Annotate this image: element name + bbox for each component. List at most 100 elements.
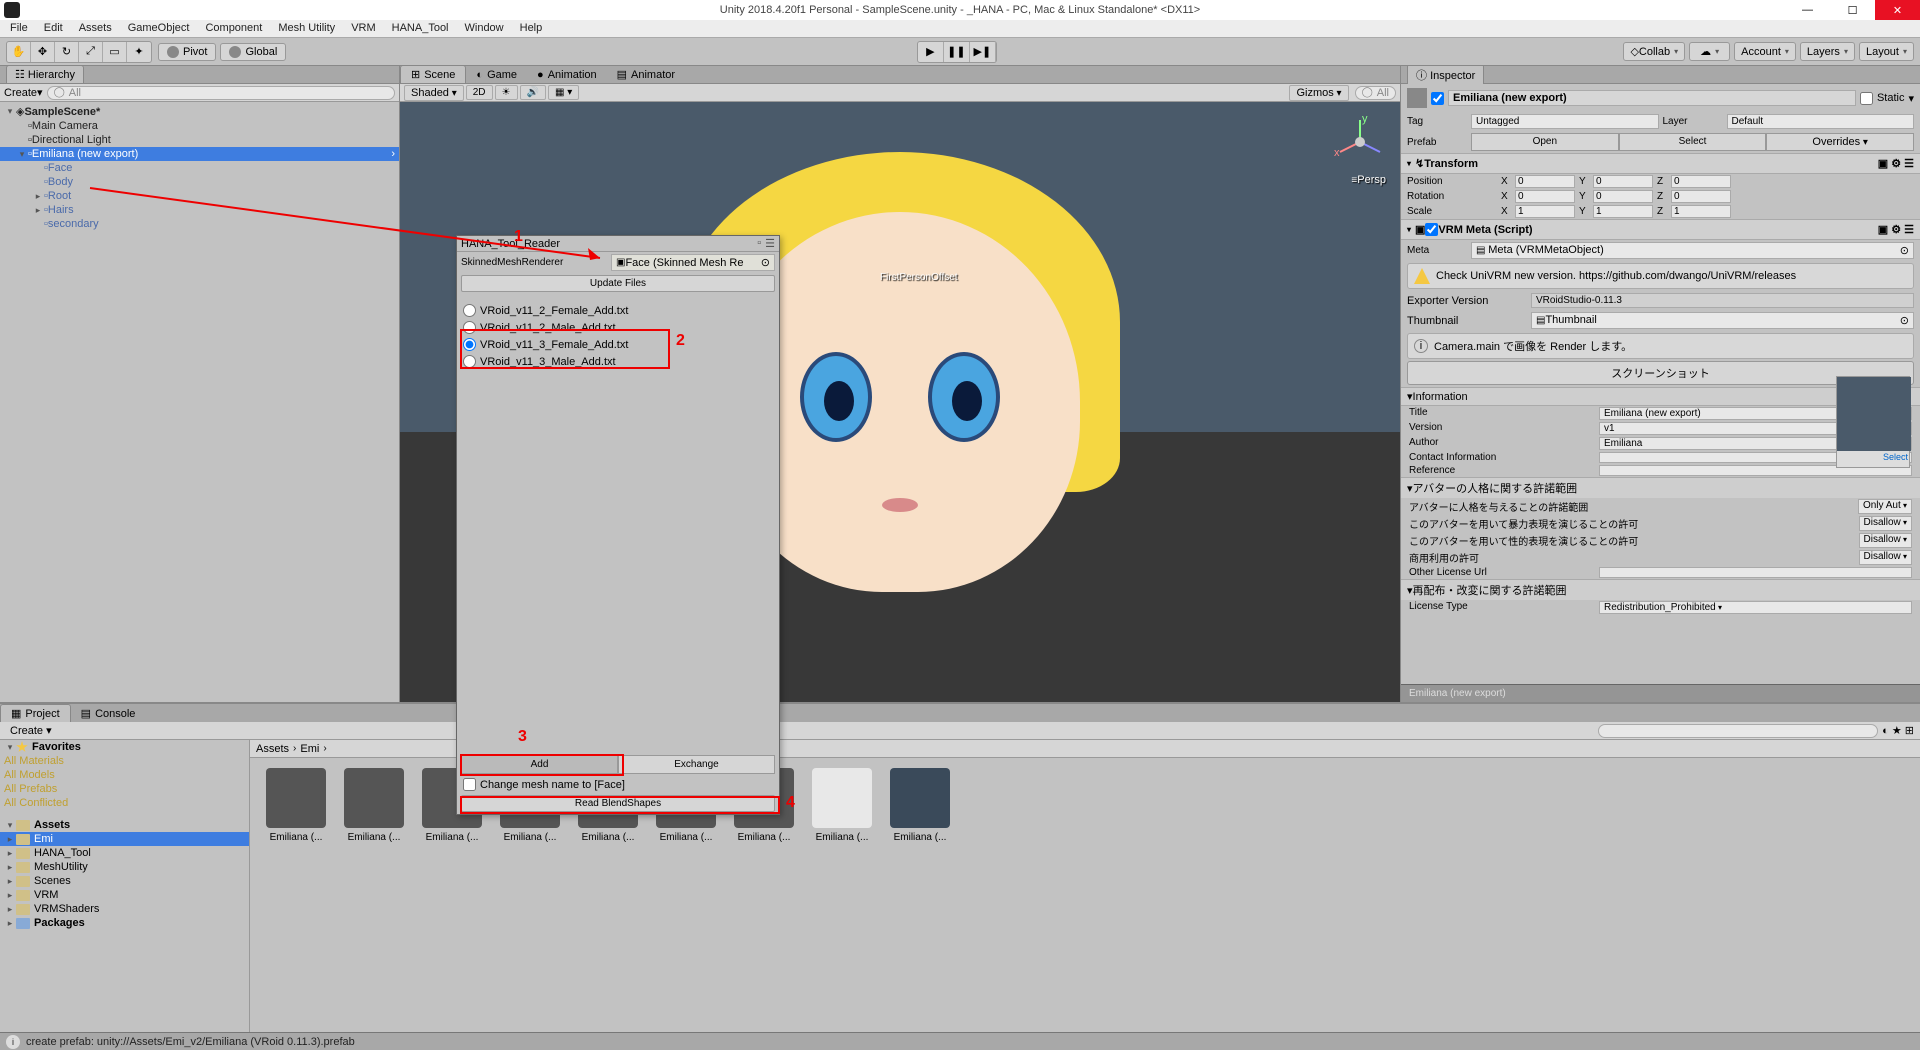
close-button[interactable]: ✕: [1875, 0, 1920, 20]
pos-y[interactable]: 0: [1593, 175, 1653, 188]
radio-v112-male[interactable]: VRoid_v11_2_Male_Add.txt: [457, 319, 779, 336]
pos-z[interactable]: 0: [1671, 175, 1731, 188]
smr-field[interactable]: ▣ Face (Skinned Mesh Re⊙: [611, 254, 775, 271]
cloud-button[interactable]: ☁: [1689, 42, 1730, 61]
game-tab[interactable]: ◐ Game: [466, 67, 527, 83]
asset-item[interactable]: Emiliana (...: [338, 768, 410, 843]
hand-tool-button[interactable]: ✋: [7, 42, 31, 62]
play-button[interactable]: ▶: [918, 42, 944, 62]
prefab-open-button[interactable]: Open: [1471, 133, 1619, 151]
folder-vrm[interactable]: ▸VRM: [0, 888, 249, 902]
folder-hanatool[interactable]: ▸HANA_Tool: [0, 846, 249, 860]
fav-models[interactable]: All Models: [0, 768, 249, 782]
rotate-tool-button[interactable]: ↻: [55, 42, 79, 62]
scene-tab[interactable]: ⊞ Scene: [400, 65, 466, 83]
object-name-field[interactable]: Emiliana (new export): [1448, 90, 1856, 106]
project-search[interactable]: [1598, 724, 1878, 738]
move-tool-button[interactable]: ✥: [31, 42, 55, 62]
animator-tab[interactable]: ▤ Animator: [607, 66, 685, 83]
vrmmeta-header[interactable]: ▾▣ VRM Meta (Script)▣ ⚙ ☰: [1401, 219, 1920, 240]
static-checkbox[interactable]: [1860, 92, 1873, 105]
menu-file[interactable]: File: [2, 20, 36, 37]
menu-window[interactable]: Window: [457, 20, 512, 37]
lighting-toggle[interactable]: ☀: [495, 85, 518, 100]
account-dropdown[interactable]: Account: [1734, 42, 1796, 61]
transform-tool-button[interactable]: ✦: [127, 42, 151, 62]
hana-dock-button[interactable]: ▫: [757, 237, 761, 250]
update-files-button[interactable]: Update Files: [461, 275, 775, 292]
layer-dropdown[interactable]: Default: [1727, 114, 1915, 129]
folder-meshutility[interactable]: ▸MeshUtility: [0, 860, 249, 874]
menu-assets[interactable]: Assets: [71, 20, 120, 37]
audio-toggle[interactable]: 🔊: [520, 85, 546, 100]
read-blendshapes-button[interactable]: Read BlendShapes: [461, 795, 775, 812]
console-tab[interactable]: ▤ Console: [71, 705, 146, 722]
redist-header[interactable]: ▾再配布・改変に関する許諾範囲: [1401, 579, 1920, 600]
folder-emi[interactable]: ▸Emi: [0, 832, 249, 846]
hana-titlebar[interactable]: HANA_Tool_Reader ▫☰: [457, 236, 779, 252]
hierarchy-search[interactable]: ◯All: [47, 86, 395, 100]
create-dropdown[interactable]: Create: [4, 87, 37, 99]
radio-v113-female[interactable]: VRoid_v11_3_Female_Add.txt: [457, 336, 779, 353]
pivot-toggle[interactable]: Pivot: [158, 43, 216, 61]
hierarchy-item-light[interactable]: ▫ Directional Light: [0, 133, 399, 147]
transform-header[interactable]: ▾↯ Transform▣ ⚙ ☰: [1401, 153, 1920, 174]
scene-search[interactable]: ◯All: [1355, 86, 1396, 100]
pause-button[interactable]: ❚❚: [944, 42, 970, 62]
scl-y[interactable]: 1: [1593, 205, 1653, 218]
perm1-dropdown[interactable]: Only Aut: [1858, 499, 1912, 514]
hana-tool-window[interactable]: HANA_Tool_Reader ▫☰ SkinnedMeshRenderer …: [456, 235, 780, 815]
menu-meshutility[interactable]: Mesh Utility: [270, 20, 343, 37]
folder-vrmshaders[interactable]: ▸VRMShaders: [0, 902, 249, 916]
prefab-select-button[interactable]: Select: [1619, 133, 1767, 151]
asset-item[interactable]: Emiliana (...: [806, 768, 878, 843]
exchange-tab[interactable]: Exchange: [618, 755, 775, 774]
perm4-dropdown[interactable]: Disallow: [1859, 550, 1912, 565]
step-button[interactable]: ▶❚: [970, 42, 996, 62]
menu-hanatool[interactable]: HANA_Tool: [384, 20, 457, 37]
packages-folder[interactable]: ▸Packages: [0, 916, 249, 930]
inspector-tab[interactable]: ⓘ Inspector: [1407, 66, 1484, 85]
collab-dropdown[interactable]: ◇ Collab: [1623, 42, 1685, 61]
perm3-dropdown[interactable]: Disallow: [1859, 533, 1912, 548]
menu-edit[interactable]: Edit: [36, 20, 71, 37]
permission-header[interactable]: ▾アバターの人格に関する許諾範囲: [1401, 477, 1920, 498]
menu-gameobject[interactable]: GameObject: [120, 20, 198, 37]
favorites-header[interactable]: ▾Favorites: [0, 740, 249, 754]
gizmos-dropdown[interactable]: Gizmos ▾: [1289, 85, 1348, 101]
project-create-dropdown[interactable]: Create ▾: [10, 724, 52, 737]
tag-dropdown[interactable]: Untagged: [1471, 114, 1659, 129]
menu-component[interactable]: Component: [197, 20, 270, 37]
add-tab[interactable]: Add: [461, 755, 618, 774]
radio-v113-male[interactable]: VRoid_v11_3_Male_Add.txt: [457, 353, 779, 370]
axis-gizmo-icon[interactable]: yx: [1330, 112, 1390, 172]
thumbnail-field[interactable]: ▤Thumbnail⊙: [1531, 312, 1914, 329]
fx-toggle[interactable]: ▦ ▾: [548, 85, 579, 100]
fav-prefabs[interactable]: All Prefabs: [0, 782, 249, 796]
hierarchy-tab[interactable]: ☷ Hierarchy: [6, 65, 84, 83]
fav-materials[interactable]: All Materials: [0, 754, 249, 768]
animation-tab[interactable]: ● Animation: [527, 67, 607, 83]
folder-scenes[interactable]: ▸Scenes: [0, 874, 249, 888]
hierarchy-item-body[interactable]: ▫ Body: [0, 175, 399, 189]
hierarchy-item-emiliana[interactable]: ▾▫ Emiliana (new export)›: [0, 147, 399, 161]
scl-x[interactable]: 1: [1515, 205, 1575, 218]
prefab-overrides-button[interactable]: Overrides ▾: [1766, 133, 1914, 151]
layers-dropdown[interactable]: Layers: [1800, 42, 1855, 61]
license-type-dropdown[interactable]: Redistribution_Prohibited: [1599, 601, 1912, 614]
fav-conflicted[interactable]: All Conflicted: [0, 796, 249, 810]
active-checkbox[interactable]: [1431, 92, 1444, 105]
layout-dropdown[interactable]: Layout: [1859, 42, 1914, 61]
breadcrumb-emi[interactable]: Emi: [300, 743, 319, 755]
hierarchy-item-face[interactable]: ▫ Face: [0, 161, 399, 175]
radio-v112-female[interactable]: VRoid_v11_2_Female_Add.txt: [457, 302, 779, 319]
asset-item[interactable]: Emiliana (...: [260, 768, 332, 843]
assets-folder[interactable]: ▾Assets: [0, 818, 249, 832]
scene-root[interactable]: ▾◈ SampleScene*: [0, 104, 399, 119]
hierarchy-item-camera[interactable]: ▫ Main Camera: [0, 119, 399, 133]
hierarchy-item-secondary[interactable]: ▫ secondary: [0, 217, 399, 231]
minimize-button[interactable]: —: [1785, 0, 1830, 20]
scale-tool-button[interactable]: ⤢: [79, 42, 103, 62]
meta-field[interactable]: ▤ Meta (VRMMetaObject)⊙: [1471, 242, 1914, 259]
hana-menu-button[interactable]: ☰: [765, 237, 775, 250]
